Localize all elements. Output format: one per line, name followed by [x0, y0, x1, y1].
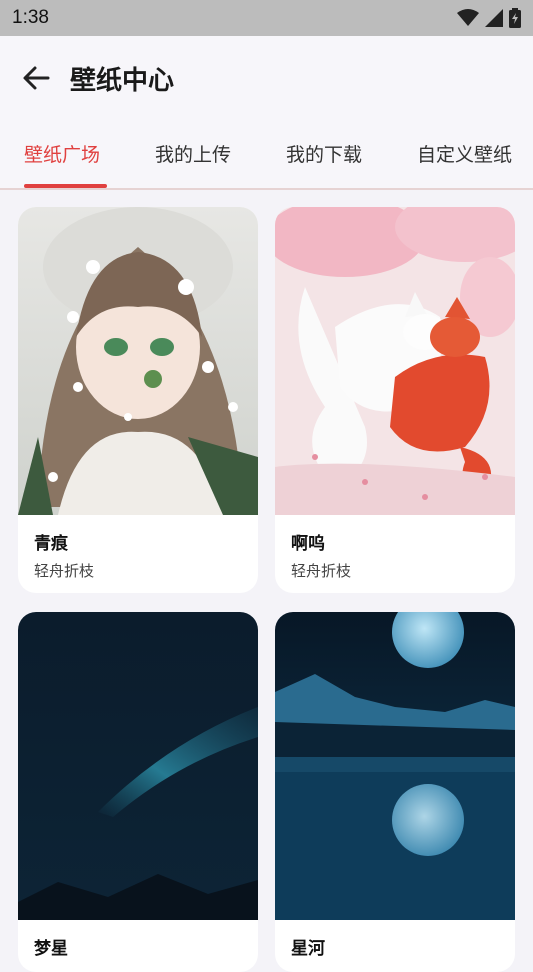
cellular-signal-icon [485, 9, 503, 27]
wallpaper-card[interactable]: 青痕 轻舟折枝 [18, 207, 258, 593]
wallpaper-card[interactable]: 啊呜 轻舟折枝 [275, 207, 515, 593]
wallpaper-thumbnail[interactable] [18, 207, 258, 515]
wallpaper-title: 啊呜 [291, 534, 325, 554]
wallpaper-author: 轻舟折枝 [34, 562, 95, 580]
status-bar: 1:38 [0, 0, 533, 36]
wallpaper-thumbnail[interactable] [275, 612, 515, 920]
tab-wallpaper-square[interactable]: 壁纸广场 [24, 140, 100, 167]
wallpaper-title: 青痕 [34, 534, 68, 554]
wallpaper-thumbnail[interactable] [275, 207, 515, 515]
tab-my-uploads[interactable]: 我的上传 [155, 140, 231, 167]
tab-bar: 壁纸广场 我的上传 我的下载 自定义壁纸 [0, 120, 533, 190]
wallpaper-card[interactable]: 星河 [275, 612, 515, 972]
status-time: 1:38 [12, 7, 49, 28]
tab-my-downloads[interactable]: 我的下载 [286, 140, 362, 167]
back-button[interactable] [18, 60, 54, 96]
wallpaper-title: 星河 [291, 939, 325, 959]
tab-custom-wallpaper[interactable]: 自定义壁纸 [417, 140, 512, 167]
arrow-left-icon [23, 66, 50, 90]
wallpaper-title: 梦星 [34, 939, 68, 959]
active-tab-indicator [24, 184, 107, 188]
page-title: 壁纸中心 [70, 65, 175, 96]
status-icons [457, 8, 521, 28]
wallpaper-thumbnail[interactable] [18, 612, 258, 920]
app-bar: 壁纸中心 [0, 36, 533, 120]
wallpaper-author: 轻舟折枝 [291, 562, 352, 580]
wallpaper-card[interactable]: 梦星 [18, 612, 258, 972]
battery-icon [509, 8, 521, 28]
wifi-icon [457, 9, 479, 26]
